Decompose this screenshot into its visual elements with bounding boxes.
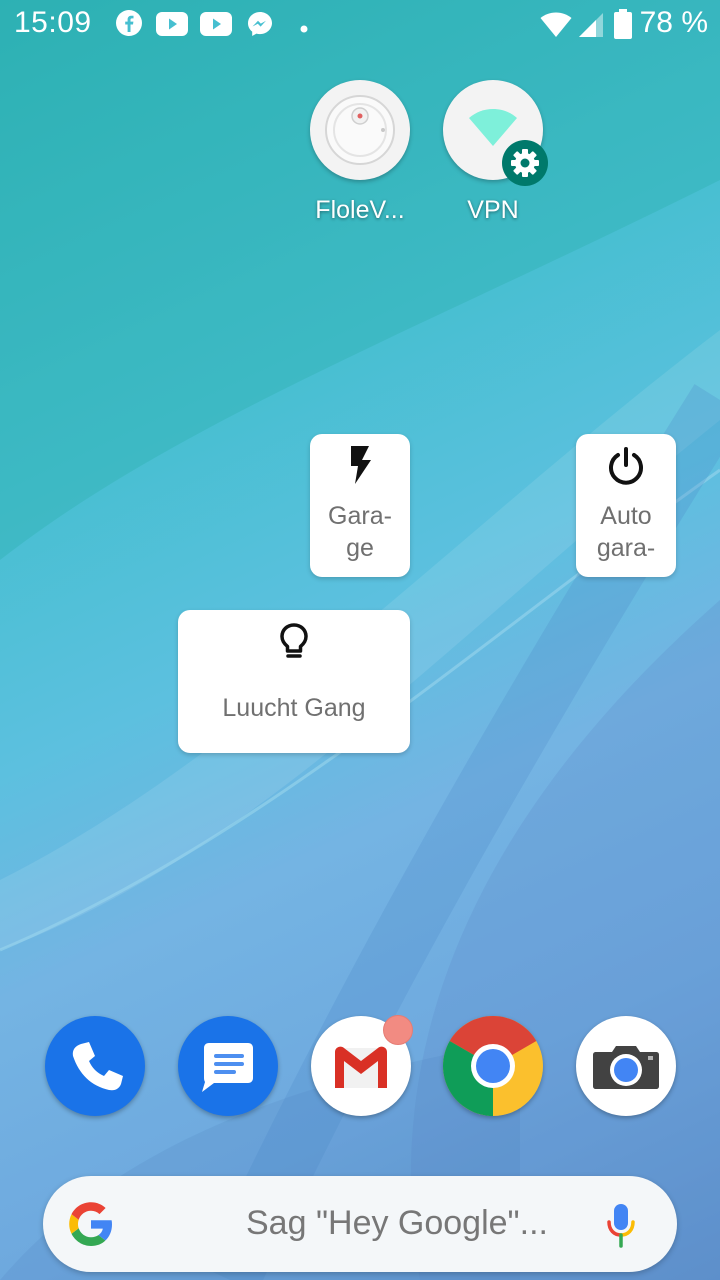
camera-app-icon[interactable] (576, 1016, 676, 1116)
flolev-app-icon[interactable] (310, 80, 410, 180)
more-notifications-dot (300, 20, 308, 38)
vpn-settings-icon (502, 140, 548, 186)
search-placeholder[interactable]: Sag "Hey Google"... (246, 1204, 548, 1243)
flolev-app-label[interactable]: FloleV... (290, 196, 430, 225)
chrome-app-icon[interactable] (443, 1016, 543, 1116)
google-logo-icon (68, 1201, 114, 1252)
messenger-icon (246, 10, 274, 43)
status-time: 15:09 (14, 6, 92, 39)
youtube-icon (156, 12, 188, 41)
luucht-gang-widget-label: Luucht Gang (222, 694, 366, 722)
google-search-bar[interactable]: Sag "Hey Google"... (43, 1176, 677, 1272)
cell-signal-icon (578, 12, 604, 43)
battery-icon (614, 9, 632, 44)
lightbulb-icon (278, 622, 310, 667)
garage-widget[interactable]: Gara- ge (310, 434, 410, 577)
youtube-icon (200, 12, 232, 41)
facebook-icon (116, 10, 142, 41)
wifi-icon (540, 12, 572, 43)
phone-icon (72, 1042, 123, 1091)
battery-percent: 78 % (639, 6, 708, 39)
garage-widget-label: Gara- ge (328, 502, 392, 562)
gmail-notification-badge (383, 1015, 413, 1045)
status-bar: 15:09 78 % (0, 0, 720, 48)
flash-icon (347, 446, 373, 489)
messages-icon (202, 1043, 253, 1092)
messages-app-icon[interactable] (178, 1016, 278, 1116)
chrome-icon (443, 1016, 543, 1116)
auto-garage-widget-label: Auto gara- (596, 502, 656, 562)
phone-app-icon[interactable] (45, 1016, 145, 1116)
vpn-app-label[interactable]: VPN (423, 196, 563, 225)
camera-icon (593, 1046, 659, 1089)
luucht-gang-widget[interactable]: Luucht Gang (178, 610, 410, 753)
microphone-icon[interactable] (606, 1202, 636, 1253)
auto-garage-widget[interactable]: Auto gara- (576, 434, 676, 577)
robot-vacuum-icon (325, 95, 395, 165)
power-icon (606, 446, 646, 491)
